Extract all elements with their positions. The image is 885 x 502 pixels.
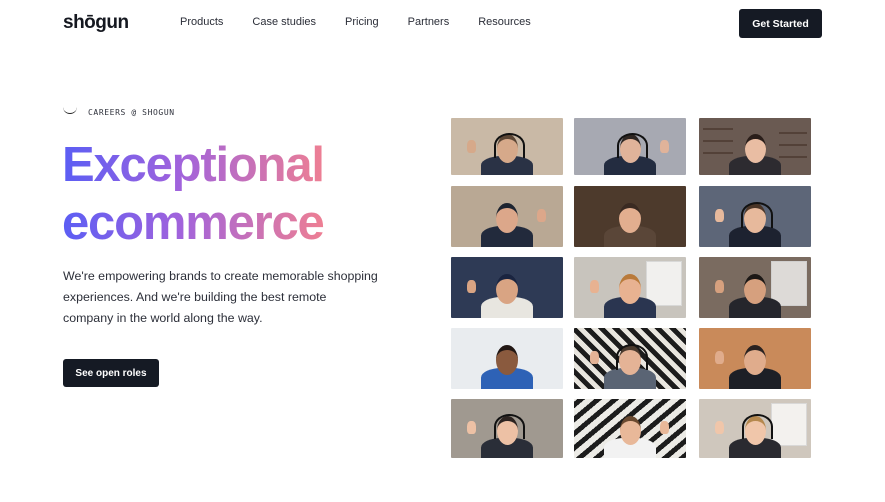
waving-hand <box>537 209 546 222</box>
hero-headline: Exceptional ecommerce <box>62 136 432 252</box>
waving-hand <box>467 140 476 153</box>
video-tile <box>574 399 686 458</box>
waving-hand <box>590 351 599 364</box>
video-tile <box>451 257 563 318</box>
get-started-button[interactable]: Get Started <box>739 9 822 38</box>
see-open-roles-button[interactable]: See open roles <box>63 359 159 387</box>
waving-hand <box>715 421 724 434</box>
headline-line-2: ecommerce <box>62 196 325 250</box>
video-tile <box>699 118 811 175</box>
waving-hand <box>715 280 724 293</box>
waving-hand <box>715 209 724 222</box>
headline-line-1: Exceptional <box>62 138 325 192</box>
video-tile <box>451 328 563 389</box>
video-tile <box>574 186 686 247</box>
nav-item-resources[interactable]: Resources <box>478 16 531 28</box>
waving-hand <box>467 421 476 434</box>
description-line-2: experiences. And we're building the best… <box>63 290 327 304</box>
video-tile <box>699 186 811 247</box>
video-tile <box>574 118 686 175</box>
nav-item-case-studies[interactable]: Case studies <box>252 16 316 28</box>
waving-hand <box>660 140 669 153</box>
waving-hand <box>467 280 476 293</box>
shogun-logo[interactable]: shōgun <box>63 12 129 34</box>
nav-item-pricing[interactable]: Pricing <box>345 16 379 28</box>
nav-item-products[interactable]: Products <box>180 16 223 28</box>
video-tile <box>699 399 811 458</box>
video-tile <box>699 328 811 389</box>
waving-hand <box>715 351 724 364</box>
video-tile <box>699 257 811 318</box>
video-tile <box>451 118 563 175</box>
description-line-3: company in the world along the way. <box>63 311 263 325</box>
hero-description: We're empowering brands to create memora… <box>63 266 393 329</box>
description-line-1: We're empowering brands to create memora… <box>63 269 378 283</box>
video-tile <box>574 257 686 318</box>
waving-hand <box>590 280 599 293</box>
main-nav: Products Case studies Pricing Partners R… <box>180 16 560 28</box>
nav-item-partners[interactable]: Partners <box>408 16 450 28</box>
smile-mark-icon <box>63 107 77 114</box>
careers-eyebrow: CAREERS @ SHOGUN <box>63 108 175 117</box>
waving-hand <box>660 421 669 434</box>
video-tile <box>451 399 563 458</box>
video-tile <box>451 186 563 247</box>
eyebrow-label: CAREERS @ SHOGUN <box>88 108 175 117</box>
video-tile <box>574 328 686 389</box>
